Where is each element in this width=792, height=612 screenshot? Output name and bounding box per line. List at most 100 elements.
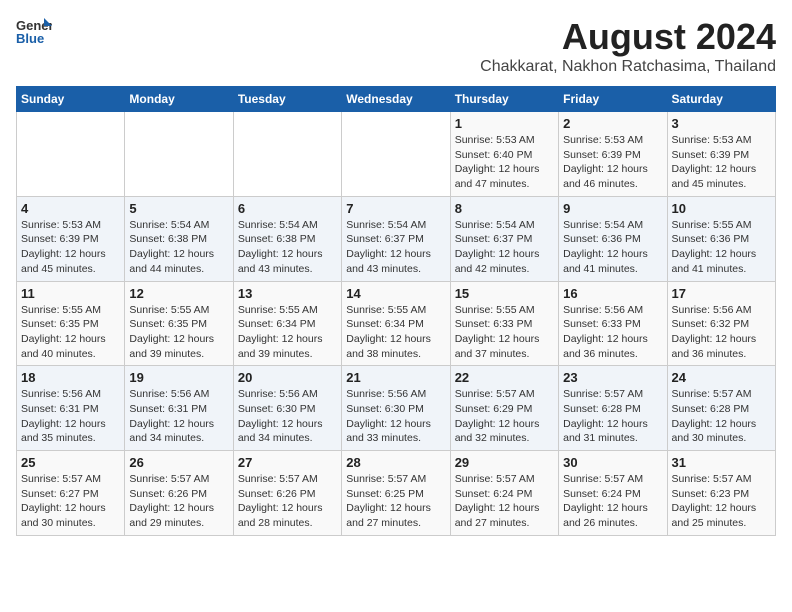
day-number: 31: [672, 455, 771, 470]
day-info: Sunrise: 5:56 AM Sunset: 6:31 PM Dayligh…: [21, 387, 120, 446]
calendar-cell: [233, 112, 341, 197]
day-info: Sunrise: 5:57 AM Sunset: 6:26 PM Dayligh…: [129, 472, 228, 531]
weekday-header: Thursday: [450, 87, 558, 112]
day-number: 15: [455, 286, 554, 301]
calendar-cell: 2Sunrise: 5:53 AM Sunset: 6:39 PM Daylig…: [559, 112, 667, 197]
day-info: Sunrise: 5:57 AM Sunset: 6:27 PM Dayligh…: [21, 472, 120, 531]
day-info: Sunrise: 5:56 AM Sunset: 6:30 PM Dayligh…: [238, 387, 337, 446]
calendar-cell: 6 Sunrise: 5:54 AM Sunset: 6:38 PM Daylig…: [233, 196, 341, 281]
calendar-cell: 14 Sunrise: 5:55 AM Sunset: 6:34 PM Dayli…: [342, 281, 450, 366]
day-info: Sunrise: 5:54 AM Sunset: 6:36 PM Dayligh…: [563, 218, 662, 277]
weekday-header: Wednesday: [342, 87, 450, 112]
calendar-cell: 19Sunrise: 5:56 AM Sunset: 6:31 PM Dayli…: [125, 366, 233, 451]
day-number: 16: [563, 286, 662, 301]
day-info: Sunrise: 5:56 AM Sunset: 6:33 PM Dayligh…: [563, 303, 662, 362]
day-number: 20: [238, 370, 337, 385]
day-number: 22: [455, 370, 554, 385]
month-year: August 2024: [480, 16, 776, 58]
calendar-cell: 4 Sunrise: 5:53 AM Sunset: 6:39 PM Daylig…: [17, 196, 125, 281]
day-info: Sunrise: 5:57 AM Sunset: 6:28 PM Dayligh…: [563, 387, 662, 446]
calendar-cell: 1 Sunrise: 5:53 AM Sunset: 6:40 PM Daylig…: [450, 112, 558, 197]
day-info: Sunrise: 5:57 AM Sunset: 6:25 PM Dayligh…: [346, 472, 445, 531]
weekday-header: Saturday: [667, 87, 775, 112]
calendar-cell: 7 Sunrise: 5:54 AM Sunset: 6:37 PM Daylig…: [342, 196, 450, 281]
day-info: Sunrise: 5:54 AM Sunset: 6:37 PM Dayligh…: [455, 218, 554, 277]
calendar-cell: 24 Sunrise: 5:57 AM Sunset: 6:28 PM Dayli…: [667, 366, 775, 451]
day-number: 10: [672, 201, 771, 216]
calendar-cell: 20 Sunrise: 5:56 AM Sunset: 6:30 PM Dayli…: [233, 366, 341, 451]
day-number: 28: [346, 455, 445, 470]
svg-text:Blue: Blue: [16, 31, 44, 46]
day-info: Sunrise: 5:57 AM Sunset: 6:28 PM Dayligh…: [672, 387, 771, 446]
day-info: Sunrise: 5:55 AM Sunset: 6:34 PM Dayligh…: [238, 303, 337, 362]
day-info: Sunrise: 5:57 AM Sunset: 6:26 PM Dayligh…: [238, 472, 337, 531]
title-area: August 2024 Chakkarat, Nakhon Ratchasima…: [480, 16, 776, 76]
calendar-cell: 27 Sunrise: 5:57 AM Sunset: 6:26 PM Dayli…: [233, 451, 341, 536]
day-info: Sunrise: 5:56 AM Sunset: 6:30 PM Dayligh…: [346, 387, 445, 446]
day-info: Sunrise: 5:53 AM Sunset: 6:39 PM Dayligh…: [672, 133, 771, 192]
calendar-table: SundayMondayTuesdayWednesdayThursdayFrid…: [16, 86, 776, 536]
calendar-cell: 30 Sunrise: 5:57 AM Sunset: 6:24 PM Dayli…: [559, 451, 667, 536]
calendar-cell: 13 Sunrise: 5:55 AM Sunset: 6:34 PM Dayli…: [233, 281, 341, 366]
calendar-cell: 10 Sunrise: 5:55 AM Sunset: 6:36 PM Dayli…: [667, 196, 775, 281]
calendar-cell: 31 Sunrise: 5:57 AM Sunset: 6:23 PM Dayli…: [667, 451, 775, 536]
calendar-cell: 15 Sunrise: 5:55 AM Sunset: 6:33 PM Dayli…: [450, 281, 558, 366]
calendar-cell: 21 Sunrise: 5:56 AM Sunset: 6:30 PM Dayli…: [342, 366, 450, 451]
calendar-cell: [342, 112, 450, 197]
calendar-cell: 16 Sunrise: 5:56 AM Sunset: 6:33 PM Dayli…: [559, 281, 667, 366]
logo-icon: General Blue: [16, 16, 52, 46]
day-number: 24: [672, 370, 771, 385]
day-number: 11: [21, 286, 120, 301]
weekday-header: Sunday: [17, 87, 125, 112]
day-number: 7: [346, 201, 445, 216]
header: General Blue August 2024 Chakkarat, Nakh…: [16, 16, 776, 76]
calendar-cell: 9 Sunrise: 5:54 AM Sunset: 6:36 PM Daylig…: [559, 196, 667, 281]
calendar-cell: 8 Sunrise: 5:54 AM Sunset: 6:37 PM Daylig…: [450, 196, 558, 281]
logo: General Blue: [16, 16, 52, 46]
weekday-header: Monday: [125, 87, 233, 112]
day-info: Sunrise: 5:55 AM Sunset: 6:34 PM Dayligh…: [346, 303, 445, 362]
day-info: Sunrise: 5:55 AM Sunset: 6:35 PM Dayligh…: [21, 303, 120, 362]
day-number: 6: [238, 201, 337, 216]
calendar-cell: 23Sunrise: 5:57 AM Sunset: 6:28 PM Dayli…: [559, 366, 667, 451]
day-info: Sunrise: 5:53 AM Sunset: 6:40 PM Dayligh…: [455, 133, 554, 192]
day-number: 18: [21, 370, 120, 385]
day-number: 17: [672, 286, 771, 301]
day-number: 14: [346, 286, 445, 301]
day-number: 4: [21, 201, 120, 216]
calendar-cell: 5 Sunrise: 5:54 AM Sunset: 6:38 PM Daylig…: [125, 196, 233, 281]
day-number: 19: [129, 370, 228, 385]
calendar-cell: 18 Sunrise: 5:56 AM Sunset: 6:31 PM Dayli…: [17, 366, 125, 451]
day-info: Sunrise: 5:53 AM Sunset: 6:39 PM Dayligh…: [21, 218, 120, 277]
calendar-cell: 26Sunrise: 5:57 AM Sunset: 6:26 PM Dayli…: [125, 451, 233, 536]
day-info: Sunrise: 5:55 AM Sunset: 6:35 PM Dayligh…: [129, 303, 228, 362]
day-info: Sunrise: 5:57 AM Sunset: 6:24 PM Dayligh…: [455, 472, 554, 531]
calendar-cell: [17, 112, 125, 197]
day-info: Sunrise: 5:57 AM Sunset: 6:24 PM Dayligh…: [563, 472, 662, 531]
calendar-body: 1 Sunrise: 5:53 AM Sunset: 6:40 PM Daylig…: [17, 112, 776, 536]
day-number: 27: [238, 455, 337, 470]
calendar-cell: 12 Sunrise: 5:55 AM Sunset: 6:35 PM Dayli…: [125, 281, 233, 366]
day-number: 1: [455, 116, 554, 131]
day-number: 13: [238, 286, 337, 301]
day-number: 5: [129, 201, 228, 216]
calendar-cell: 3Sunrise: 5:53 AM Sunset: 6:39 PM Daylig…: [667, 112, 775, 197]
day-number: 8: [455, 201, 554, 216]
day-info: Sunrise: 5:57 AM Sunset: 6:23 PM Dayligh…: [672, 472, 771, 531]
day-number: 9: [563, 201, 662, 216]
calendar-cell: 25 Sunrise: 5:57 AM Sunset: 6:27 PM Dayli…: [17, 451, 125, 536]
calendar-cell: 17Sunrise: 5:56 AM Sunset: 6:32 PM Dayli…: [667, 281, 775, 366]
weekday-header: Tuesday: [233, 87, 341, 112]
day-number: 21: [346, 370, 445, 385]
calendar-cell: [125, 112, 233, 197]
location: Chakkarat, Nakhon Ratchasima, Thailand: [480, 58, 776, 76]
day-info: Sunrise: 5:54 AM Sunset: 6:37 PM Dayligh…: [346, 218, 445, 277]
day-number: 30: [563, 455, 662, 470]
day-info: Sunrise: 5:55 AM Sunset: 6:33 PM Dayligh…: [455, 303, 554, 362]
day-number: 12: [129, 286, 228, 301]
day-number: 29: [455, 455, 554, 470]
day-info: Sunrise: 5:54 AM Sunset: 6:38 PM Dayligh…: [129, 218, 228, 277]
day-info: Sunrise: 5:55 AM Sunset: 6:36 PM Dayligh…: [672, 218, 771, 277]
day-info: Sunrise: 5:54 AM Sunset: 6:38 PM Dayligh…: [238, 218, 337, 277]
day-number: 25: [21, 455, 120, 470]
